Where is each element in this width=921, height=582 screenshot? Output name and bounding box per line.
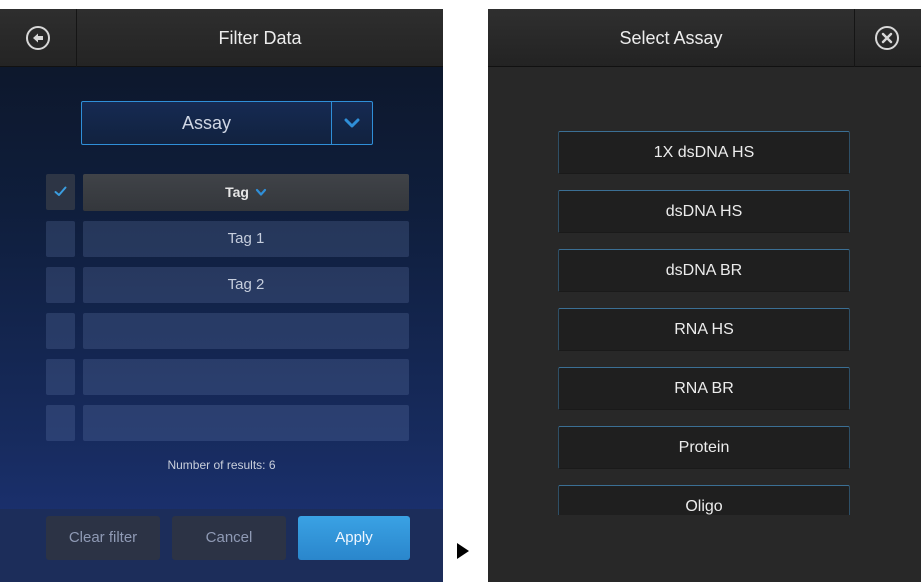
select-assay-panel: Select Assay 1X dsDNA HS dsDNA HS dsDNA …: [488, 9, 921, 582]
page-title: Filter Data: [218, 28, 302, 48]
tag-row[interactable]: Tag 1: [83, 221, 409, 257]
assay-dropdown[interactable]: Assay: [81, 101, 373, 145]
dialog-title: Select Assay: [619, 28, 723, 48]
apply-button[interactable]: Apply: [298, 516, 410, 560]
filter-data-panel: Filter Data Assay Tag Tag 1 Tag 2 Number…: [0, 9, 443, 582]
tag-checkbox[interactable]: [46, 359, 75, 395]
assay-list[interactable]: 1X dsDNA HS dsDNA HS dsDNA BR RNA HS RNA…: [558, 129, 850, 515]
chevron-down-icon: [344, 118, 360, 128]
close-button[interactable]: [854, 9, 921, 67]
assay-option[interactable]: Oligo: [558, 485, 850, 515]
results-count: Number of results: 6: [167, 458, 276, 472]
chevron-down-icon: [255, 188, 267, 196]
play-arrow-icon: [457, 543, 469, 559]
assay-dropdown-value: Assay: [181, 113, 232, 133]
tag-row[interactable]: [83, 313, 409, 349]
assay-option[interactable]: 1X dsDNA HS: [558, 131, 850, 174]
assay-option[interactable]: RNA BR: [558, 367, 850, 410]
clear-filter-button[interactable]: Clear filter: [46, 516, 160, 560]
tag-checkbox[interactable]: [46, 405, 75, 441]
assay-option[interactable]: RNA HS: [558, 308, 850, 351]
tag-row[interactable]: [83, 359, 409, 395]
dropdown-divider: [331, 102, 332, 144]
filter-header: Filter Data: [0, 9, 443, 67]
back-button[interactable]: [0, 9, 77, 67]
cancel-button[interactable]: Cancel: [172, 516, 286, 560]
tag-column-header[interactable]: Tag: [83, 174, 409, 211]
tag-checkbox[interactable]: [46, 267, 75, 303]
tag-checkbox[interactable]: [46, 313, 75, 349]
tag-row[interactable]: [83, 405, 409, 441]
assay-option[interactable]: Protein: [558, 426, 850, 469]
select-all-checkbox[interactable]: [46, 174, 75, 210]
select-assay-header: Select Assay: [488, 9, 921, 67]
tag-checkbox[interactable]: [46, 221, 75, 257]
back-arrow-icon: [26, 26, 50, 50]
screen: Filter Data Assay Tag Tag 1 Tag 2 Number…: [0, 0, 921, 582]
check-icon: [54, 186, 67, 196]
assay-option[interactable]: dsDNA BR: [558, 249, 850, 292]
close-x-icon: [875, 26, 899, 50]
assay-option[interactable]: dsDNA HS: [558, 190, 850, 233]
tag-row[interactable]: Tag 2: [83, 267, 409, 303]
tag-header-label: Tag: [225, 184, 249, 200]
